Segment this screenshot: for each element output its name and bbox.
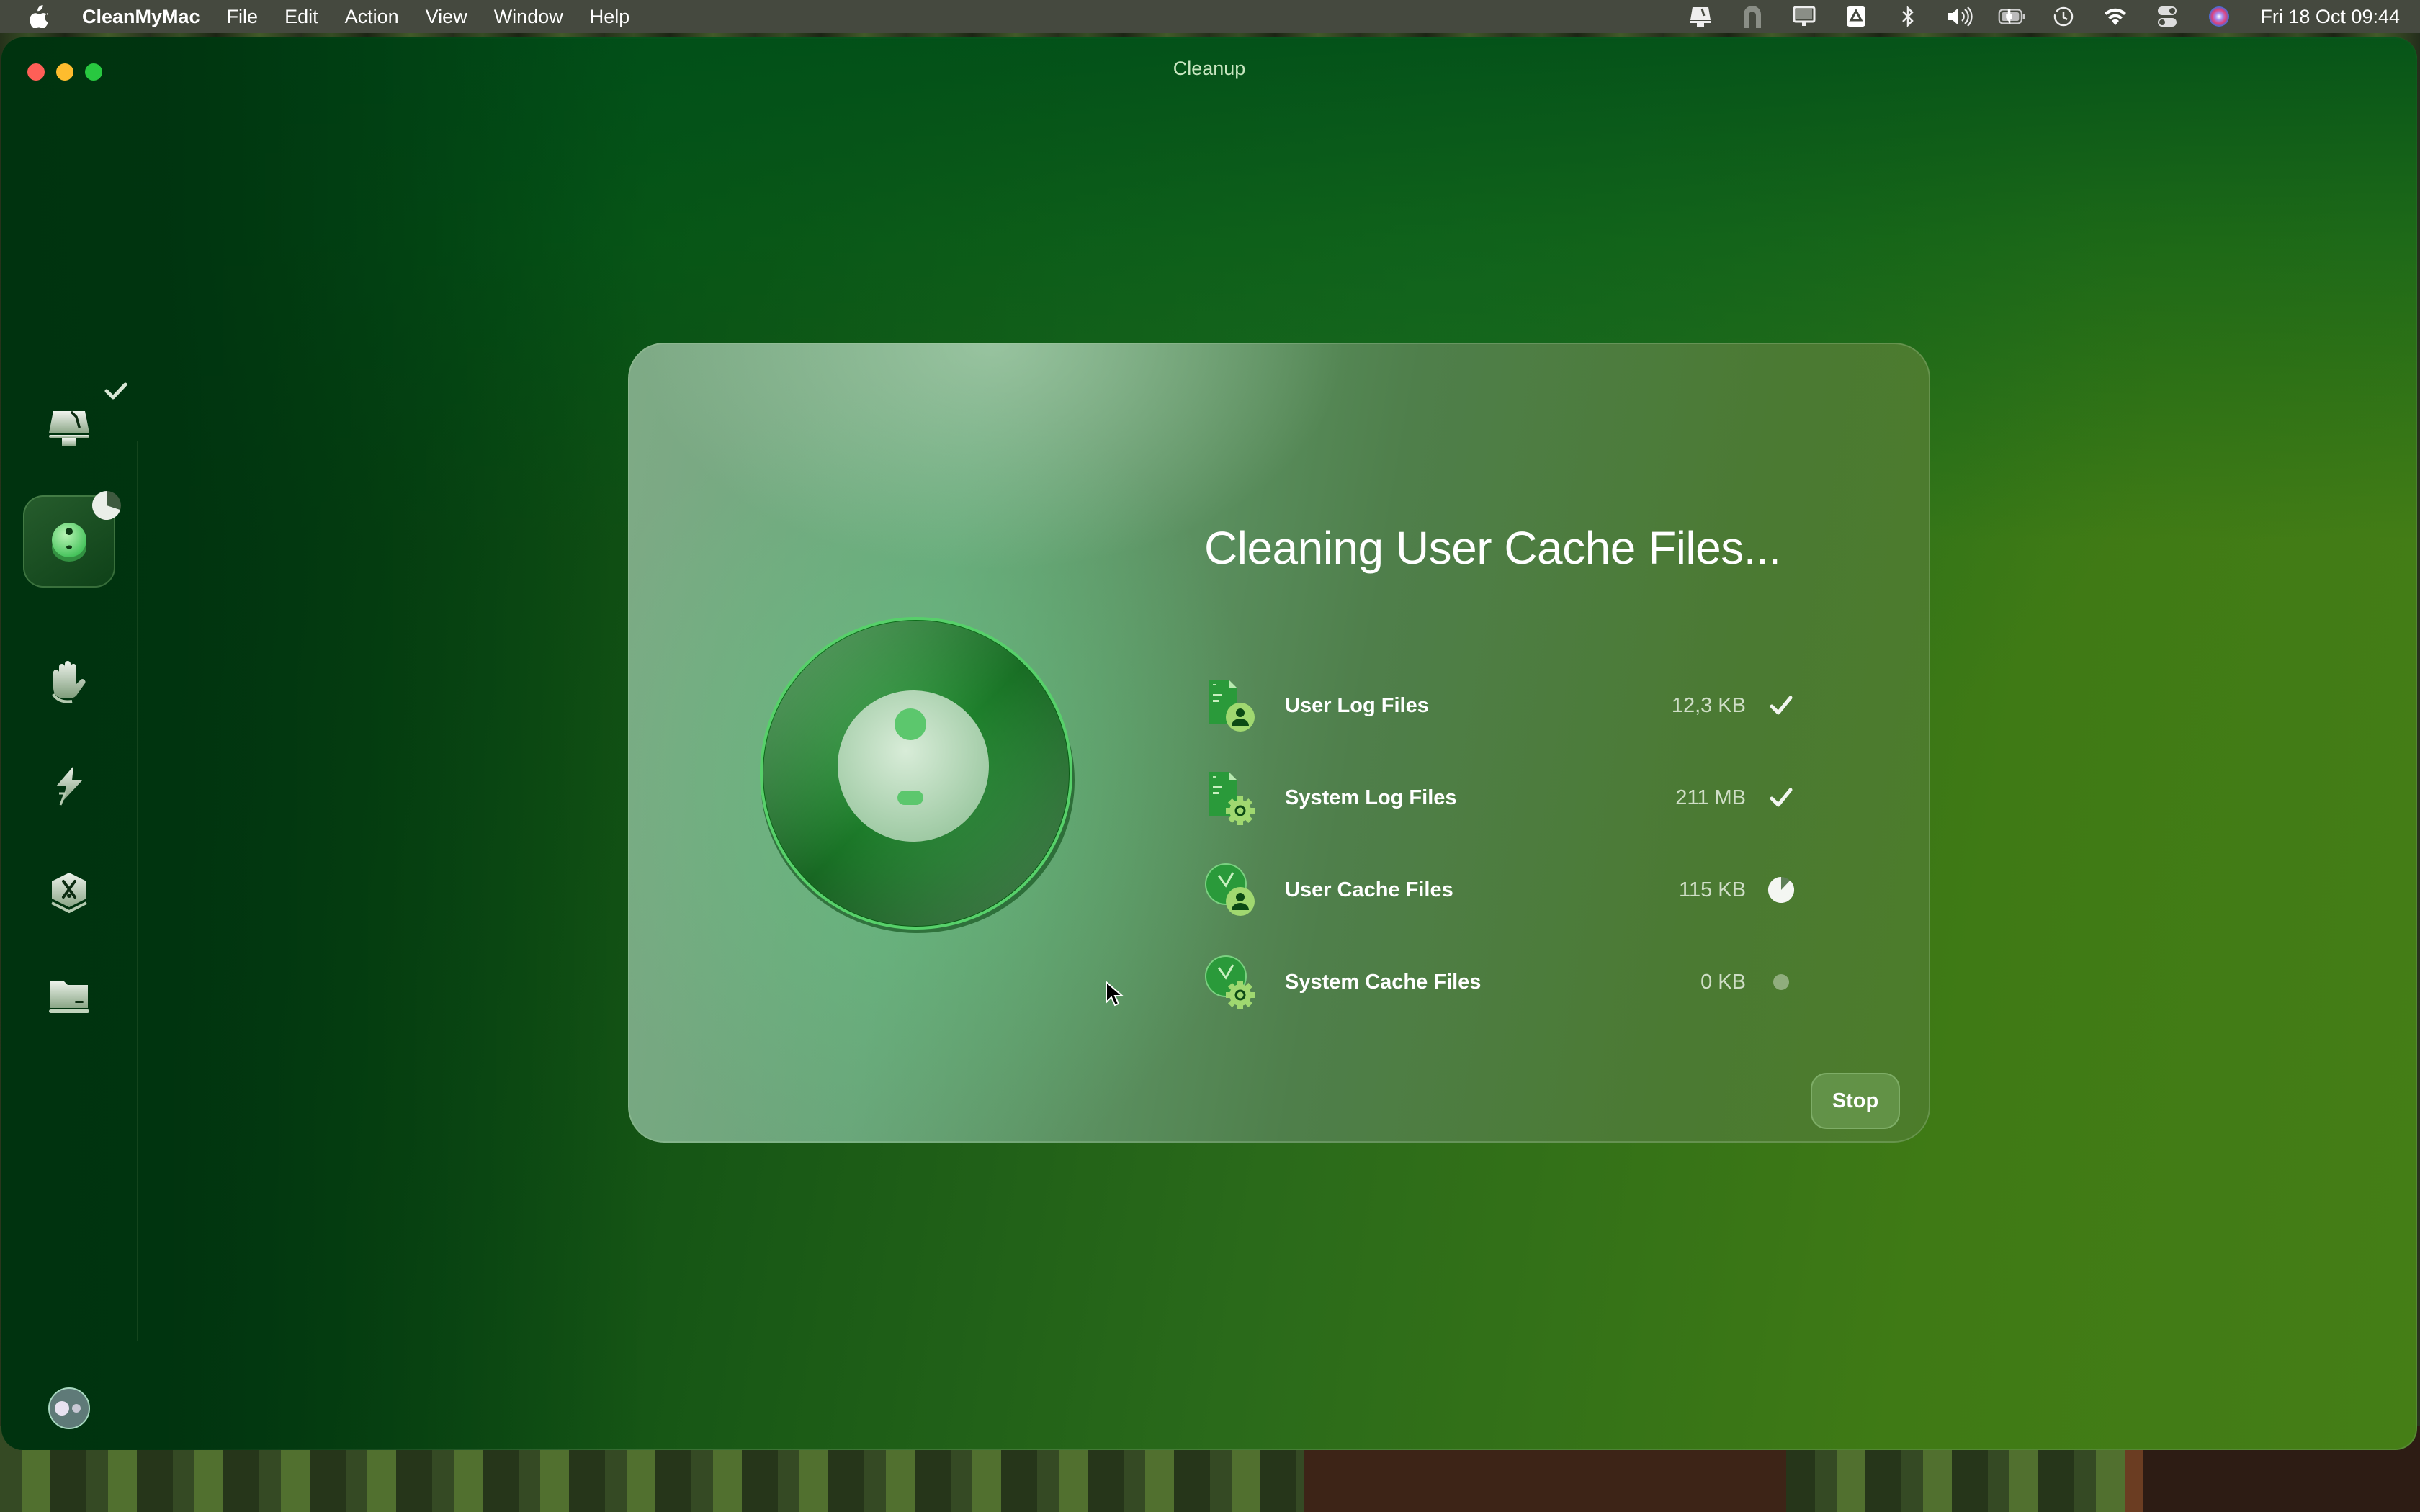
mouse-cursor-icon (1106, 981, 1124, 1007)
folder-icon (49, 981, 89, 1013)
menu-window[interactable]: Window (494, 6, 563, 28)
battery-charging-icon[interactable] (1998, 5, 2025, 28)
control-center-icon[interactable] (2154, 5, 2181, 28)
task-size: 0 KB (1700, 970, 1746, 994)
cleaning-status-heading: Cleaning User Cache Files... (1204, 522, 1781, 574)
cleanup-task-list: User Log Files 12,3 KB System Log Files … (1204, 660, 1795, 1028)
cache-clock-system-icon (1205, 955, 1255, 1009)
stop-button[interactable]: Stop (1811, 1073, 1900, 1129)
check-badge-icon (102, 380, 130, 405)
app-tools-icon (51, 873, 87, 914)
cache-clock-user-icon (1205, 863, 1255, 916)
display-icon[interactable] (1791, 5, 1818, 28)
menu-app-name[interactable]: CleanMyMac (82, 6, 200, 28)
cleanup-orb-icon (52, 523, 86, 562)
menu-edit[interactable]: Edit (284, 6, 318, 28)
task-size: 115 KB (1679, 878, 1746, 901)
time-machine-icon[interactable] (2050, 5, 2077, 28)
sidebar-item-performance[interactable] (23, 740, 115, 832)
task-row-system-log-files: System Log Files 211 MB (1204, 752, 1795, 844)
sidebar-divider (137, 441, 138, 1341)
task-label: System Log Files (1285, 786, 1457, 809)
window-title: Cleanup (1173, 58, 1246, 79)
progress-pie-icon (1767, 876, 1795, 904)
menu-bar-clock[interactable]: Fri 18 Oct 09:44 (2260, 6, 2400, 28)
menu-file[interactable]: File (227, 6, 259, 28)
checkmark-icon (1767, 692, 1795, 719)
sidebar-item-protection[interactable] (23, 636, 115, 729)
task-row-user-log-files: User Log Files 12,3 KB (1204, 660, 1795, 752)
pending-dot-icon (1767, 968, 1795, 996)
menu-view[interactable]: View (426, 6, 467, 28)
sidebar-item-applications[interactable] (23, 847, 115, 939)
task-label: System Cache Files (1285, 970, 1482, 994)
imac-broom-icon (49, 411, 89, 446)
shield-arch-icon[interactable] (1739, 5, 1766, 28)
cleanup-progress-card: Cleaning User Cache Files... User Log Fi… (628, 343, 1930, 1143)
progress-pie-badge (91, 490, 122, 525)
app-window: Cleanup Cleaning User Cache Files... Use… (1, 37, 2417, 1450)
checkmark-icon (1767, 784, 1795, 811)
menu-help[interactable]: Help (590, 6, 630, 28)
cleanup-orb-illustration (760, 617, 1075, 933)
log-file-user-icon (1209, 680, 1255, 732)
assistant-orb-icon (48, 1387, 90, 1429)
sidebar-item-my-clutter[interactable] (23, 950, 115, 1043)
siri-icon[interactable] (2205, 5, 2233, 28)
wifi-icon[interactable] (2102, 5, 2129, 28)
lightning-icon (56, 766, 82, 806)
menu-bar: CleanMyMac File Edit Action View Window … (0, 0, 2420, 33)
bluetooth-icon[interactable] (1894, 5, 1922, 28)
hand-icon (52, 661, 86, 703)
apple-menu-icon[interactable] (29, 5, 50, 28)
task-label: User Log Files (1285, 693, 1429, 717)
volume-icon[interactable] (1946, 5, 1973, 28)
google-drive-icon[interactable] (1842, 5, 1870, 28)
cleanmymac-menu-icon[interactable] (1687, 5, 1714, 28)
task-size: 12,3 KB (1671, 693, 1746, 717)
task-row-user-cache-files: User Cache Files 115 KB (1204, 844, 1795, 936)
sidebar (1, 37, 138, 1450)
log-file-system-icon (1209, 772, 1255, 825)
assistant-button[interactable] (23, 1362, 115, 1450)
sidebar-item-cleanup[interactable] (23, 491, 121, 588)
sidebar-item-smart-care[interactable] (23, 382, 127, 475)
task-label: User Cache Files (1285, 878, 1453, 901)
task-row-system-cache-files: System Cache Files 0 KB (1204, 936, 1795, 1028)
sidebar-progress-pie (92, 491, 121, 520)
menu-action[interactable]: Action (345, 6, 399, 28)
task-size: 211 MB (1675, 786, 1746, 809)
